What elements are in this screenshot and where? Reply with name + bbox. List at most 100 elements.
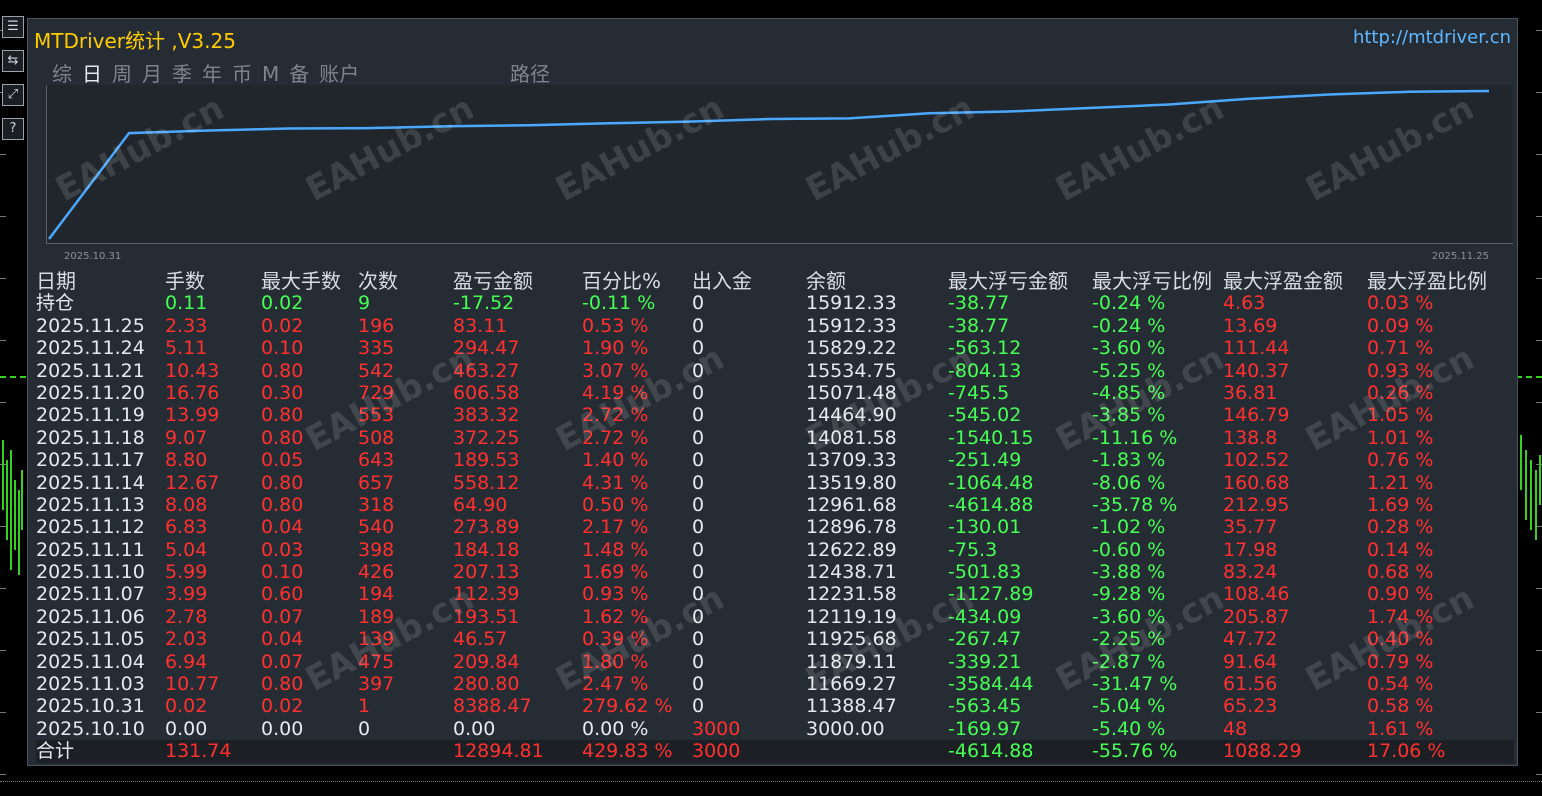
cell-mfpp: 1.01 % [1367,426,1434,449]
axis-tick [0,154,6,155]
cell-mfp: 146.79 [1223,404,1290,427]
tab-7[interactable]: M [262,62,279,86]
axis-tick [1536,154,1542,155]
cell-lots: 6.94 [165,650,208,673]
tab-8[interactable]: 备 [289,58,309,87]
cell-mflp: -1.83 % [1092,449,1166,472]
tab-3[interactable]: 月 [142,58,162,87]
tab-path[interactable]: 路径 [510,58,550,87]
cell-date: 2025.11.17 [36,449,145,472]
header-cell: 余额 [806,269,846,293]
cell-mfp: 65.23 [1223,695,1278,718]
tab-2[interactable]: 周 [112,58,132,87]
cell-mfpp: 0.76 % [1367,449,1434,472]
cell-count: 335 [358,337,395,360]
cell-pct: 1.90 % [582,337,649,360]
tab-9[interactable]: 账户 [319,58,359,87]
cell-count: 542 [358,359,395,382]
cell-pct: 2.17 % [582,516,649,539]
cell-pct: 2.47 % [582,673,649,696]
cell-pl: 372.25 [453,426,520,449]
cell-bal: 14081.58 [806,426,897,449]
cell-bal: 15071.48 [806,381,897,404]
axis-tick [0,402,6,403]
cell-mfpp: 0.58 % [1367,695,1434,718]
tab-0[interactable]: 综 [52,58,72,87]
cell-count: 9 [358,292,371,315]
cell-io: 0 [692,650,705,673]
cell-mfl: -563.45 [948,695,1022,718]
tab-6[interactable]: 币 [232,58,252,87]
cell-count: 475 [358,650,395,673]
website-link[interactable]: http://mtdriver.cn [1353,27,1511,48]
cell-mfl: -745.5 [948,381,1010,404]
cell-pl: 46.57 [453,628,508,651]
cell-mfpp: 0.79 % [1367,650,1434,673]
total-mfp: 1088.29 [1223,740,1302,763]
cell-lots: 5.11 [165,337,208,360]
tab-4[interactable]: 季 [172,58,192,87]
cell-mflp: -4.85 % [1092,381,1166,404]
header-cell: 出入金 [692,269,752,293]
cell-lots: 16.76 [165,381,220,404]
cell-pct: 1.40 % [582,449,649,472]
cell-pl: 112.39 [453,583,520,606]
cell-pl: 189.53 [453,449,520,472]
cell-mfpp: 0.09 % [1367,314,1434,337]
cell-lots: 9.07 [165,426,208,449]
cell-date: 2025.11.12 [36,516,145,539]
cell-lots: 6.83 [165,516,208,539]
cell-pl: 606.58 [453,381,520,404]
help-icon[interactable]: ? [2,118,24,140]
header-cell: 最大手数 [261,269,341,293]
header-cell: 最大浮亏比例 [1092,269,1212,293]
cell-pl: 8388.47 [453,695,532,718]
cell-bal: 11388.47 [806,695,897,718]
total-label: 合计 [36,740,75,763]
cell-date: 2025.11.21 [36,359,145,382]
cell-mfpp: 1.61 % [1367,717,1434,740]
cell-bal: 13519.80 [806,471,897,494]
total-pct: 429.83 % [582,740,673,763]
axis-tick [0,650,6,651]
cell-lots: 2.03 [165,628,208,651]
axis-tick [1536,650,1542,651]
total-lots: 131.74 [165,740,232,763]
resize-icon[interactable]: ⤢ [2,84,24,106]
cell-mfl: -169.97 [948,717,1022,740]
cell-mfl: -38.77 [948,314,1010,337]
cell-mfp: 108.46 [1223,583,1290,606]
cell-mflp: -8.06 % [1092,471,1166,494]
cell-mfl: -38.77 [948,292,1010,315]
cell-mfp: 61.56 [1223,673,1278,696]
price-bars-right [1520,435,1541,540]
cell-count: 318 [358,493,395,516]
tab-1[interactable]: 日 [82,58,102,87]
side-toolbar: ☰ ⇆ ⤢ ? [0,14,26,152]
cell-io: 0 [692,292,705,315]
axis-tick [1536,712,1542,713]
tab-5[interactable]: 年 [202,58,222,87]
cell-date: 2025.10.31 [36,695,145,718]
cell-io: 0 [692,314,705,337]
cell-mflp: -35.78 % [1092,493,1178,516]
cell-maxlots: 0.30 [261,381,304,404]
cell-mfl: -1540.15 [948,426,1034,449]
cell-date: 2025.11.19 [36,404,145,427]
menu-icon[interactable]: ☰ [2,16,24,38]
axis-tick [0,340,6,341]
cell-maxlots: 0.00 [261,717,304,740]
header-cell: 次数 [358,269,398,293]
cell-maxlots: 0.03 [261,538,304,561]
cell-pct: 4.19 % [582,381,649,404]
table-row: 2025.11.25 2.33 0.02 196 83.11 0.53 % 0 15912.3… [36,315,1514,337]
cell-pl: 273.89 [453,516,520,539]
cell-maxlots: 0.80 [261,404,304,427]
period-tabs: 综日周月季年币 M 备账户 [52,58,369,87]
cell-date: 2025.11.14 [36,471,145,494]
cell-mfl: -251.49 [948,449,1022,472]
cell-io: 0 [692,628,705,651]
swap-icon[interactable]: ⇆ [2,50,24,72]
table-row: 2025.11.13 8.08 0.80 318 64.90 0.50 % 0 12961.6… [36,494,1514,516]
cell-pct: 0.50 % [582,493,649,516]
